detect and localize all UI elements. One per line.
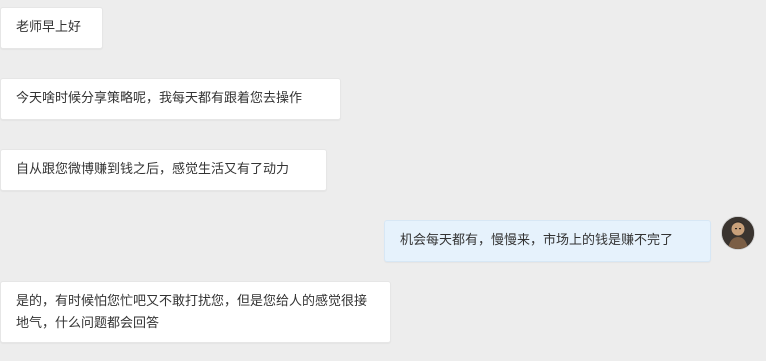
message-bubble-incoming: 自从跟您微博赚到钱之后，感觉生活又有了动力 xyxy=(0,149,327,191)
message-bubble-incoming: 是的，有时候怕您忙吧又不敢打扰您，但是您给人的感觉很接地气，什么问题都会回答 xyxy=(0,281,391,343)
chat-conversation: 老师早上好 今天啥时候分享策略呢，我每天都有跟着您去操作 自从跟您微博赚到钱之后… xyxy=(0,0,766,361)
message-text: 老师早上好 xyxy=(16,20,82,35)
message-text: 今天啥时候分享策略呢，我每天都有跟着您去操作 xyxy=(16,91,303,106)
message-bubble-incoming: 今天啥时候分享策略呢，我每天都有跟着您去操作 xyxy=(0,78,341,120)
user-avatar-icon[interactable] xyxy=(721,216,755,250)
message-bubble-incoming: 老师早上好 xyxy=(0,7,103,49)
message-bubble-outgoing: 机会每天都有，慢慢来，市场上的钱是赚不完了 xyxy=(384,220,711,262)
message-text: 自从跟您微博赚到钱之后，感觉生活又有了动力 xyxy=(16,162,290,177)
message-text: 机会每天都有，慢慢来，市场上的钱是赚不完了 xyxy=(400,233,674,248)
message-text: 是的，有时候怕您忙吧又不敢打扰您，但是您给人的感觉很接地气，什么问题都会回答 xyxy=(16,294,368,331)
